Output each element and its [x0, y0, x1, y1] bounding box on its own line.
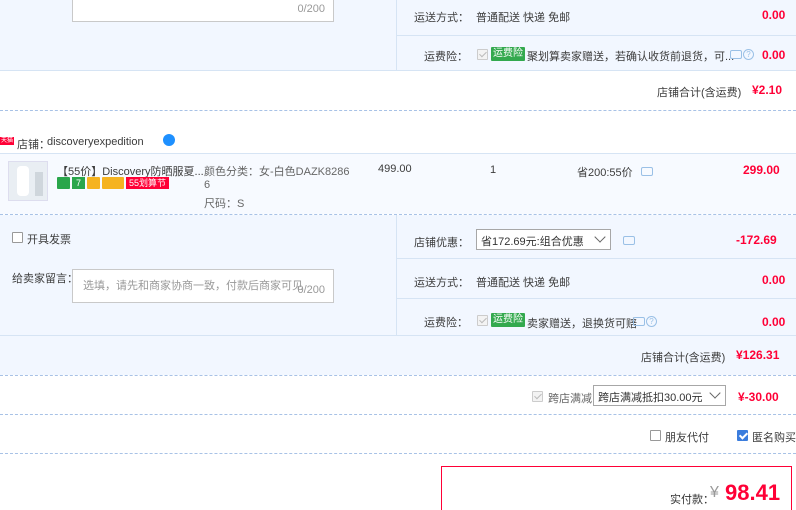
shop-discount-select[interactable]: 省172.69元:组合优惠: [476, 229, 611, 250]
divider: [396, 35, 796, 36]
seller-message-placeholder: 选填，请先和商家协商一致，付款后商家可见: [83, 280, 303, 292]
shop1-insurance-desc: 聚划算卖家赠送，若确认收货前退货，可...: [527, 51, 735, 63]
delivery-price: 0.00: [762, 273, 786, 287]
badge-55-festival: 55划算节: [126, 177, 170, 189]
shop-discount-label: 店铺优惠：: [414, 237, 469, 249]
badge-card-icon: [102, 177, 124, 189]
shop1-delivery-label: 运送方式：: [414, 12, 469, 24]
cross-store-label: 跨店满减: [548, 393, 592, 405]
help-icon[interactable]: ?: [743, 49, 754, 60]
anonymous-label[interactable]: 匿名购买: [752, 429, 796, 445]
payment-currency: ¥: [710, 484, 719, 501]
payment-summary: 实付款： ¥ 98.41: [441, 466, 792, 510]
shop1-total-value: ¥2.10: [752, 83, 783, 97]
insurance-label: 运费险：: [424, 317, 468, 329]
shop1-insurance-price: 0.00: [762, 48, 786, 62]
divider: [0, 70, 796, 71]
invoice-label[interactable]: 开具发票: [27, 231, 71, 247]
help-icon[interactable]: ?: [646, 316, 657, 327]
delivery-label: 运送方式：: [414, 277, 469, 289]
chevron-down-icon: [709, 387, 721, 399]
divider: [0, 375, 796, 376]
invoice-checkbox[interactable]: [12, 232, 23, 243]
product-subtotal: 299.00: [743, 163, 780, 177]
friend-pay-label[interactable]: 朋友代付: [665, 429, 709, 445]
shop-discount-select-value: 省172.69元:组合优惠: [481, 236, 584, 248]
cross-store-select-value: 跨店满减抵扣30.00元: [598, 392, 703, 404]
product-discount: 省200:55价: [577, 167, 633, 179]
tmall-badge: 天猫: [0, 137, 15, 145]
insurance-price: 0.00: [762, 315, 786, 329]
shop-discount-value: -172.69: [736, 233, 777, 247]
shop1-insurance-tag: 运费险: [491, 47, 525, 61]
shop1-message-count: 0/200: [297, 3, 325, 15]
shop2-total-label: 店铺合计(含运费): [641, 352, 726, 364]
divider: [0, 414, 796, 415]
shop2-total-value: ¥126.31: [736, 348, 780, 362]
wangwang-chat-icon[interactable]: [163, 134, 175, 146]
product-color-cont: 6: [204, 179, 211, 191]
badge-7day: 7: [72, 177, 85, 189]
shop1-message-input[interactable]: 0/200: [72, 0, 334, 22]
divider: [396, 298, 796, 299]
chat-icon[interactable]: [641, 167, 653, 176]
shop-name-link[interactable]: discoveryexpedition: [47, 136, 144, 148]
insurance-tag: 运费险: [491, 313, 525, 327]
cross-store-checkbox[interactable]: [532, 391, 543, 402]
anonymous-checkbox[interactable]: [737, 430, 748, 441]
payment-label: 实付款：: [670, 494, 714, 506]
badge-smile-icon: [87, 177, 100, 189]
badge-gift-icon: [57, 177, 70, 189]
divider: [396, 215, 397, 335]
seller-message-count: 0/200: [297, 284, 325, 296]
shop1-delivery-value: 普通配送 快递 免邮: [476, 12, 571, 24]
insurance-desc: 卖家赠送，退换货可赔: [527, 318, 637, 330]
divider: [0, 335, 796, 336]
product-size: 尺码：S: [204, 198, 245, 210]
cross-store-value: ¥-30.00: [738, 390, 779, 404]
divider: [396, 258, 796, 259]
chevron-down-icon: [594, 231, 606, 243]
payment-amount: 98.41: [725, 480, 781, 505]
product-thumbnail[interactable]: [8, 161, 48, 201]
message-label: 给卖家留言：: [12, 273, 78, 285]
seller-message-input[interactable]: 选填，请先和商家协商一致，付款后商家可见 0/200: [72, 269, 334, 303]
shop1-insurance-checkbox[interactable]: [477, 49, 488, 60]
cross-store-select[interactable]: 跨店满减抵扣30.00元: [593, 385, 726, 406]
friend-pay-checkbox[interactable]: [650, 430, 661, 441]
chat-icon[interactable]: [623, 236, 635, 245]
product-unit-price: 499.00: [378, 163, 412, 175]
shop1-total-label: 店铺合计(含运费): [657, 87, 742, 99]
shop-label: 店铺：: [17, 139, 50, 151]
divider: [0, 153, 796, 154]
delivery-value: 普通配送 快递 免邮: [476, 277, 571, 289]
shop1-delivery-price: 0.00: [762, 8, 786, 22]
shop1-insurance-label: 运费险：: [424, 51, 468, 63]
chat-icon[interactable]: [633, 317, 645, 326]
insurance-checkbox[interactable]: [477, 315, 488, 326]
product-quantity: 1: [490, 164, 497, 176]
product-color: 颜色分类：女-白色DAZK8286: [204, 166, 350, 178]
chat-icon[interactable]: [730, 50, 742, 59]
divider: [0, 110, 796, 111]
divider: [0, 453, 796, 454]
